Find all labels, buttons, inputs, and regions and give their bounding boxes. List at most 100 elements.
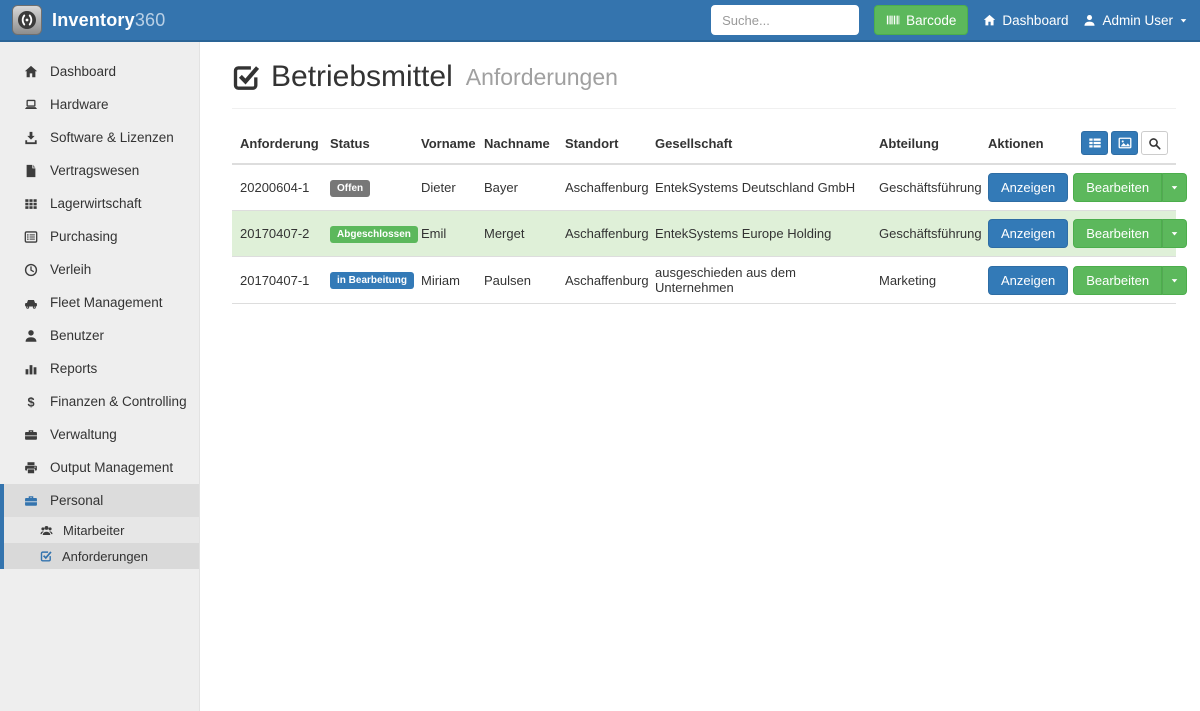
- col-header-abteilung[interactable]: Abteilung: [871, 127, 980, 164]
- cell-gesellschaft: EntekSystems Deutschland GmbH: [647, 164, 871, 211]
- sidebar-item-benutzer[interactable]: Benutzer: [0, 319, 199, 352]
- user-icon: [24, 329, 38, 343]
- sidebar-item-vertragswesen[interactable]: Vertragswesen: [0, 154, 199, 187]
- search-icon: [1148, 137, 1161, 150]
- barcode-button[interactable]: Barcode: [874, 5, 968, 35]
- cell-vorname: Miriam: [413, 257, 476, 304]
- download-icon: [24, 131, 38, 145]
- page-header: Betriebsmittel Anforderungen: [232, 60, 1176, 109]
- briefcase-icon: [24, 428, 38, 442]
- cell-standort: Aschaffenburg: [557, 211, 647, 257]
- cell-nachname: Merget: [476, 211, 557, 257]
- status-badge: in Bearbeitung: [330, 272, 414, 289]
- caret-down-icon: [1170, 229, 1179, 238]
- sidebar-subitem-mitarbeiter[interactable]: Mitarbeiter: [4, 517, 199, 543]
- edit-button[interactable]: Bearbeiten: [1073, 219, 1162, 248]
- cell-anforderung: 20200604-1: [232, 164, 322, 211]
- caret-down-icon: [1170, 183, 1179, 192]
- table-toolbar: [1081, 131, 1168, 155]
- cell-abteilung: Marketing: [871, 257, 980, 304]
- cell-gesellschaft: EntekSystems Europe Holding: [647, 211, 871, 257]
- requests-table: Anforderung Status Vorname Nachname Stan…: [232, 127, 1176, 304]
- page-title: Betriebsmittel: [271, 60, 453, 94]
- table-row: 20170407-1 in Bearbeitung Miriam Paulsen…: [232, 257, 1176, 304]
- sidebar-item-finanzen-controlling[interactable]: $ Finanzen & Controlling: [0, 385, 199, 418]
- laptop-icon: [24, 98, 38, 112]
- dollar-icon: $: [24, 395, 38, 409]
- caret-down-icon: [1179, 16, 1188, 25]
- edit-button[interactable]: Bearbeiten: [1073, 173, 1162, 202]
- list-view-button[interactable]: [1081, 131, 1108, 155]
- nav-dashboard-link[interactable]: Dashboard: [983, 13, 1068, 28]
- view-button[interactable]: Anzeigen: [988, 219, 1068, 248]
- sidebar-item-personal[interactable]: Personal: [0, 484, 199, 517]
- user-menu[interactable]: Admin User: [1083, 13, 1188, 28]
- sidebar-item-fleet-management[interactable]: Fleet Management: [0, 286, 199, 319]
- table-row: 20200604-1 Offen Dieter Bayer Aschaffenb…: [232, 164, 1176, 211]
- check-square-icon: [40, 550, 52, 562]
- sidebar-item-verwaltung[interactable]: Verwaltung: [0, 418, 199, 451]
- gallery-view-button[interactable]: [1111, 131, 1138, 155]
- col-header-aktionen: Aktionen: [980, 127, 1176, 164]
- cell-standort: Aschaffenburg: [557, 164, 647, 211]
- cell-vorname: Dieter: [413, 164, 476, 211]
- sidebar-item-hardware[interactable]: Hardware: [0, 88, 199, 121]
- col-header-status[interactable]: Status: [322, 127, 413, 164]
- col-header-gesellschaft[interactable]: Gesellschaft: [647, 127, 871, 164]
- grid-icon: [24, 197, 38, 211]
- clock-icon: [24, 263, 38, 277]
- personal-submenu: Mitarbeiter Anforderungen: [0, 517, 199, 569]
- sidebar-item-software-lizenzen[interactable]: Software & Lizenzen: [0, 121, 199, 154]
- cell-abteilung: Geschäftsführung: [871, 211, 980, 257]
- sidebar-item-lagerwirtschaft[interactable]: Lagerwirtschaft: [0, 187, 199, 220]
- sidebar-item-reports[interactable]: Reports: [0, 352, 199, 385]
- sidebar-item-output-management[interactable]: Output Management: [0, 451, 199, 484]
- svg-text:$: $: [27, 395, 34, 409]
- file-icon: [24, 164, 38, 178]
- cell-anforderung: 20170407-2: [232, 211, 322, 257]
- brand-area[interactable]: Inventory360: [0, 5, 165, 35]
- sidebar-subitem-anforderungen[interactable]: Anforderungen: [4, 543, 199, 569]
- users-icon: [40, 524, 53, 537]
- list-view-icon: [1088, 136, 1102, 150]
- sidebar-item-verleih[interactable]: Verleih: [0, 253, 199, 286]
- col-header-anforderung[interactable]: Anforderung: [232, 127, 322, 164]
- list-alt-icon: [24, 230, 38, 244]
- table-header-row: Anforderung Status Vorname Nachname Stan…: [232, 127, 1176, 164]
- car-icon: [24, 296, 38, 310]
- bar-chart-icon: [24, 362, 38, 376]
- home-icon: [24, 65, 38, 79]
- user-icon: [1083, 14, 1096, 27]
- status-badge: Offen: [330, 180, 370, 197]
- status-badge: Abgeschlossen: [330, 226, 418, 243]
- col-header-nachname[interactable]: Nachname: [476, 127, 557, 164]
- app-title: Inventory360: [52, 10, 165, 31]
- printer-icon: [24, 461, 38, 475]
- edit-dropdown-button[interactable]: [1162, 219, 1187, 248]
- col-header-standort[interactable]: Standort: [557, 127, 647, 164]
- edit-dropdown-button[interactable]: [1162, 266, 1187, 295]
- edit-button[interactable]: Bearbeiten: [1073, 266, 1162, 295]
- barcode-icon: [886, 13, 900, 27]
- home-icon: [983, 14, 996, 27]
- view-button[interactable]: Anzeigen: [988, 173, 1068, 202]
- cell-vorname: Emil: [413, 211, 476, 257]
- cell-standort: Aschaffenburg: [557, 257, 647, 304]
- top-navbar: Inventory360 Barcode Dashboard Admin Use…: [0, 0, 1200, 42]
- check-square-icon: [232, 63, 260, 91]
- edit-dropdown-button[interactable]: [1162, 173, 1187, 202]
- page-subtitle: Anforderungen: [466, 64, 618, 91]
- cell-nachname: Paulsen: [476, 257, 557, 304]
- sidebar-item-dashboard[interactable]: Dashboard: [0, 55, 199, 88]
- view-button[interactable]: Anzeigen: [988, 266, 1068, 295]
- search-input[interactable]: [711, 5, 859, 35]
- navbar-right: Barcode Dashboard Admin User: [711, 5, 1200, 35]
- briefcase-icon: [24, 494, 38, 508]
- caret-down-icon: [1170, 276, 1179, 285]
- app-logo-icon: [12, 5, 42, 35]
- cell-nachname: Bayer: [476, 164, 557, 211]
- cell-abteilung: Geschäftsführung: [871, 164, 980, 211]
- col-header-vorname[interactable]: Vorname: [413, 127, 476, 164]
- table-search-button[interactable]: [1141, 131, 1168, 155]
- sidebar-item-purchasing[interactable]: Purchasing: [0, 220, 199, 253]
